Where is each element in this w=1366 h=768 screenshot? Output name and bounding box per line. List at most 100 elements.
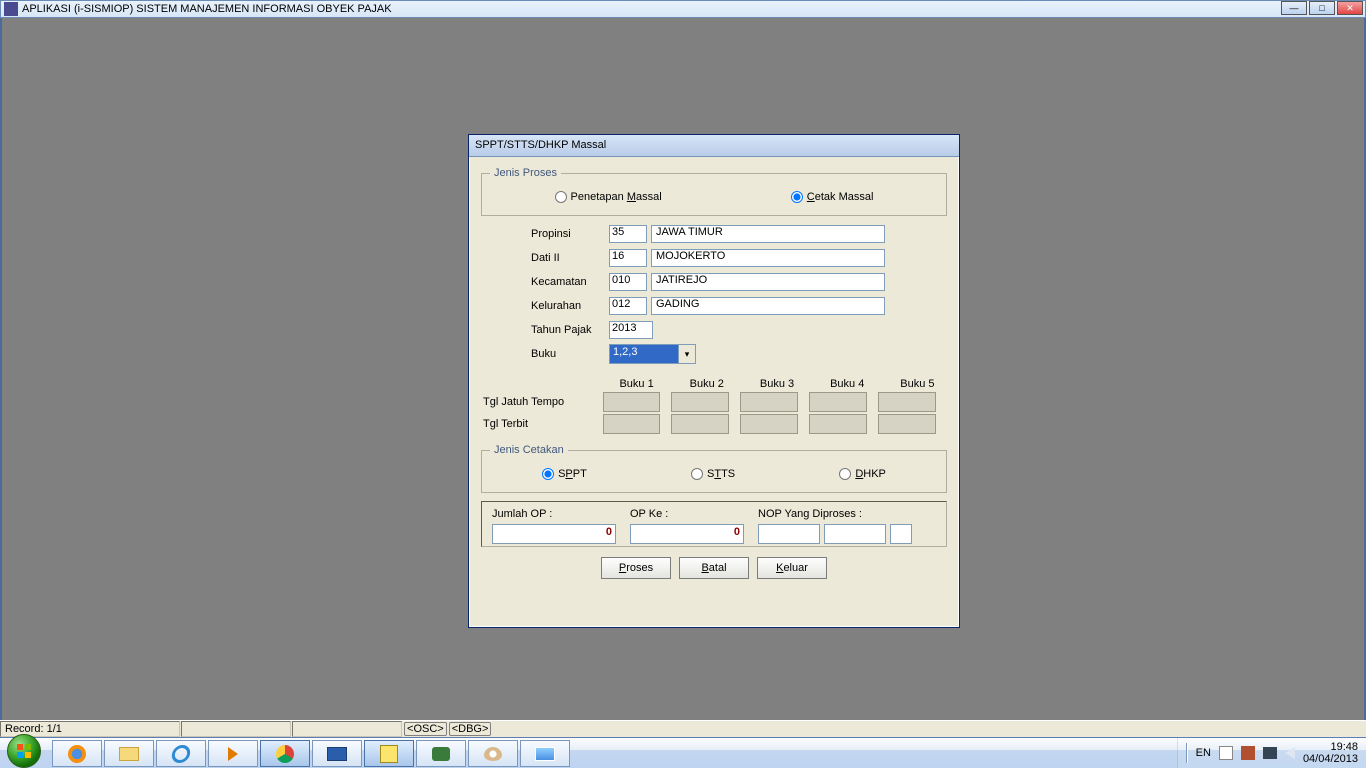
radio-dhkp[interactable]: DHKP: [839, 468, 886, 480]
ie-icon: [170, 745, 191, 763]
radio-cetak-massal[interactable]: Cetak Massal: [791, 191, 874, 203]
cell-terbit-4[interactable]: [809, 414, 867, 434]
maximize-button[interactable]: □: [1309, 1, 1335, 15]
idm-icon: [432, 747, 450, 761]
app-icon: [4, 2, 18, 16]
flag-icon[interactable]: [1219, 746, 1233, 760]
nop-box-2: [824, 524, 886, 544]
sismiop-icon: [380, 745, 398, 763]
buku-header-5: Buku 5: [888, 378, 947, 390]
combo-buku-text[interactable]: 1,2,3: [609, 344, 679, 364]
button-keluar[interactable]: Keluar: [757, 557, 827, 579]
button-batal[interactable]: Batal: [679, 557, 749, 579]
input-dati-code[interactable]: 16: [609, 249, 647, 267]
cell-tempo-3[interactable]: [740, 392, 798, 412]
task-screens[interactable]: [312, 740, 362, 767]
task-explorer[interactable]: [104, 740, 154, 767]
label-tgl-terbit: Tgl Terbit: [481, 418, 603, 430]
label-propinsi: Propinsi: [531, 228, 609, 240]
status-pane-3: [292, 721, 402, 737]
folder-icon: [119, 747, 139, 761]
legend-jenis-proses: Jenis Proses: [490, 167, 561, 179]
buku-header-4: Buku 4: [818, 378, 877, 390]
cell-tempo-2[interactable]: [671, 392, 729, 412]
task-photos[interactable]: [520, 740, 570, 767]
tray-separator-icon: [1186, 743, 1188, 763]
task-ie[interactable]: [156, 740, 206, 767]
mdi-workspace: SPPT/STTS/DHKP Massal Jenis Proses Penet…: [0, 18, 1366, 720]
input-kelurahan-code[interactable]: 012: [609, 297, 647, 315]
cell-terbit-2[interactable]: [671, 414, 729, 434]
close-button[interactable]: ✕: [1337, 1, 1363, 15]
systray: EN 19:48 04/04/2013: [1177, 738, 1366, 768]
radio-stts[interactable]: STTS: [691, 468, 735, 480]
group-jenis-cetakan: Jenis Cetakan SPPT STTS DHKP: [481, 444, 947, 493]
value-op-ke: 0: [630, 524, 744, 544]
value-jumlah-op: 0: [492, 524, 616, 544]
buku-header-3: Buku 3: [747, 378, 806, 390]
button-proses[interactable]: Proses: [601, 557, 671, 579]
label-kecamatan: Kecamatan: [531, 276, 609, 288]
cell-tempo-1[interactable]: [603, 392, 661, 412]
combo-buku[interactable]: 1,2,3: [609, 344, 696, 364]
screens-icon: [327, 747, 347, 761]
paint-icon: [484, 747, 502, 761]
cell-terbit-3[interactable]: [740, 414, 798, 434]
tray-date: 04/04/2013: [1303, 753, 1358, 765]
task-chrome[interactable]: [260, 740, 310, 767]
window-titlebar: APLIKASI (i-SISMIOP) SISTEM MANAJEMEN IN…: [0, 0, 1366, 18]
cell-terbit-1[interactable]: [603, 414, 661, 434]
radio-penetapan-massal[interactable]: Penetapan Massal: [555, 191, 662, 203]
tray-clock[interactable]: 19:48 04/04/2013: [1303, 741, 1358, 765]
label-jumlah-op: Jumlah OP :: [492, 508, 622, 520]
minimize-button[interactable]: —: [1281, 1, 1307, 15]
input-tahun[interactable]: 2013: [609, 321, 653, 339]
status-osc: <OSC>: [404, 722, 447, 736]
tray-app-icon[interactable]: [1241, 746, 1255, 760]
network-icon[interactable]: [1263, 747, 1277, 759]
input-dati-name[interactable]: MOJOKERTO: [651, 249, 885, 267]
label-buku: Buku: [531, 348, 609, 360]
input-kecamatan-name[interactable]: JATIREJO: [651, 273, 885, 291]
cell-tempo-5[interactable]: [878, 392, 936, 412]
radio-sppt[interactable]: SPPT: [542, 468, 587, 480]
tray-time: 19:48: [1303, 741, 1358, 753]
label-nop: NOP Yang Diproses :: [758, 508, 928, 520]
group-jenis-proses: Jenis Proses Penetapan Massal Cetak Mass…: [481, 167, 947, 216]
label-tahun: Tahun Pajak: [531, 324, 609, 336]
start-button[interactable]: [0, 738, 48, 768]
picture-icon: [535, 747, 555, 761]
input-propinsi-code[interactable]: 35: [609, 225, 647, 243]
task-idm[interactable]: [416, 740, 466, 767]
buku-header-2: Buku 2: [677, 378, 736, 390]
nop-box-3: [890, 524, 912, 544]
task-media[interactable]: [208, 740, 258, 767]
label-kelurahan: Kelurahan: [531, 300, 609, 312]
dialog-sppt-massal: SPPT/STTS/DHKP Massal Jenis Proses Penet…: [468, 134, 960, 628]
chrome-icon: [276, 745, 294, 763]
buku-headers: Buku 1 Buku 2 Buku 3 Buku 4 Buku 5: [607, 378, 947, 390]
status-pane-2: [181, 721, 291, 737]
statusbar: Record: 1/1 <OSC> <DBG>: [0, 720, 1366, 737]
input-propinsi-name[interactable]: JAWA TIMUR: [651, 225, 885, 243]
buku-header-1: Buku 1: [607, 378, 666, 390]
input-kelurahan-name[interactable]: GADING: [651, 297, 885, 315]
speaker-icon[interactable]: [1285, 747, 1295, 759]
label-dati: Dati II: [531, 252, 609, 264]
legend-jenis-cetakan: Jenis Cetakan: [490, 444, 568, 456]
task-sismiop[interactable]: [364, 740, 414, 767]
chevron-down-icon[interactable]: [679, 344, 696, 364]
cell-tempo-4[interactable]: [809, 392, 867, 412]
cell-terbit-5[interactable]: [878, 414, 936, 434]
task-paint[interactable]: [468, 740, 518, 767]
label-tgl-jatuh-tempo: Tgl Jatuh Tempo: [481, 396, 603, 408]
status-frame: Jumlah OP : 0 OP Ke : 0 NOP Yang Diprose…: [481, 501, 947, 547]
input-kecamatan-code[interactable]: 010: [609, 273, 647, 291]
label-op-ke: OP Ke :: [630, 508, 750, 520]
task-firefox[interactable]: [52, 740, 102, 767]
dialog-title: SPPT/STTS/DHKP Massal: [469, 135, 959, 157]
window-title: APLIKASI (i-SISMIOP) SISTEM MANAJEMEN IN…: [22, 3, 392, 15]
tray-lang[interactable]: EN: [1196, 747, 1211, 759]
status-dbg: <DBG>: [449, 722, 492, 736]
firefox-icon: [68, 745, 86, 763]
